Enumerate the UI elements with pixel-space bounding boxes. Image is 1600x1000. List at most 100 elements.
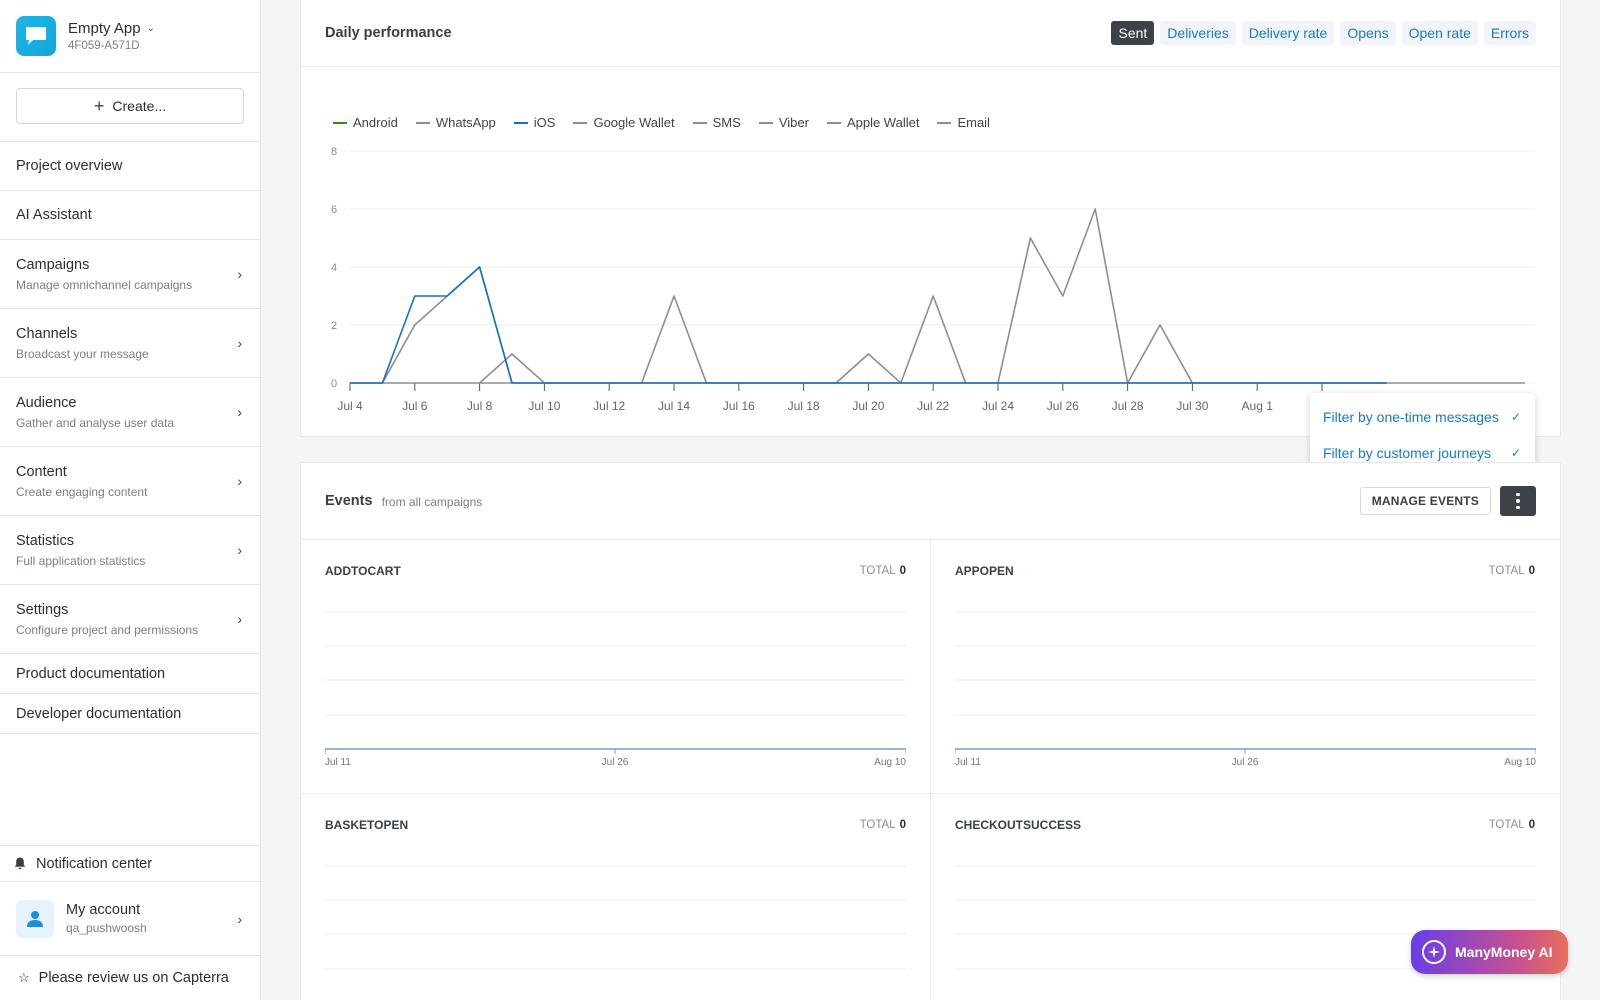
bell-icon — [14, 857, 26, 870]
x-tick-label: Aug 10 — [874, 757, 906, 768]
x-tick-label: Jul 26 — [1047, 399, 1079, 413]
nav-title: Content — [16, 463, 67, 480]
chevron-right-icon: › — [237, 404, 242, 420]
events-title: Events — [325, 493, 373, 509]
event-card-appopen: APPOPEN TOTAL 0 Jul 11 Jul 26 Aug 10 — [930, 540, 1559, 793]
nav-campaigns[interactable]: Campaigns Manage omnichannel campaigns › — [0, 240, 260, 309]
event-total: TOTAL 0 — [859, 819, 906, 831]
filter-one-time-messages[interactable]: Filter by one-time messages ✓ — [1310, 399, 1535, 435]
nav-title: Audience — [16, 394, 77, 411]
account-login: qa_pushwoosh — [66, 921, 147, 935]
x-tick-label: Jul 14 — [658, 399, 690, 413]
event-card-addtocart: ADDTOCART TOTAL 0 Jul 11 Jul 26 Aug 10 — [301, 540, 930, 793]
y-tick-label: 0 — [331, 378, 337, 390]
nav-channels[interactable]: Channels Broadcast your message › — [0, 309, 260, 378]
nav-title: Settings — [16, 601, 69, 618]
event-name: ADDTOCART — [325, 564, 401, 578]
x-tick-label: Jul 10 — [528, 399, 560, 413]
nav-developer-docs[interactable]: Developer documentation — [0, 694, 260, 734]
nav-subtitle: Broadcast your message — [16, 346, 149, 361]
check-icon: ✓ — [1510, 410, 1521, 424]
nav-subtitle: Gather and analyse user data — [16, 415, 175, 430]
chevron-right-icon: › — [237, 266, 242, 282]
daily-performance-card: Daily performance Sent Deliveries Delive… — [300, 0, 1561, 437]
event-name: APPOPEN — [955, 564, 1014, 578]
app-name: Empty App — [68, 20, 141, 37]
y-tick-label: 6 — [331, 204, 337, 216]
nav-subtitle: Create engaging content — [16, 484, 148, 499]
star-icon: ☆ — [18, 970, 30, 985]
x-tick-label: Jul 22 — [917, 399, 949, 413]
event-name: CHECKOUTSUCCESS — [955, 818, 1082, 832]
nav-subtitle: Full application statistics — [16, 553, 146, 568]
account-name: My account — [66, 902, 141, 918]
x-tick-label: Aug 10 — [1504, 757, 1536, 768]
notification-label: Notification center — [36, 855, 153, 872]
x-tick-label: Jul 24 — [982, 399, 1014, 413]
x-tick-label: Jul 8 — [467, 399, 493, 413]
x-tick-label: Jul 28 — [1112, 399, 1144, 413]
x-tick-label: Jul 20 — [852, 399, 884, 413]
x-tick-label: Jul 16 — [723, 399, 755, 413]
y-tick-label: 2 — [331, 320, 337, 332]
plus-icon: + — [93, 95, 105, 116]
chevron-right-icon: › — [237, 542, 242, 558]
event-mini-chart: Jul 11 Jul 26 Aug 10 — [325, 611, 906, 768]
y-tick-label: 8 — [331, 146, 337, 158]
x-tick-label: Jul 4 — [337, 399, 363, 413]
account-menu[interactable]: My account qa_pushwoosh › — [0, 882, 260, 956]
app-logo-icon — [16, 16, 56, 56]
nav-ai-assistant[interactable]: AI Assistant — [0, 191, 260, 240]
avatar — [16, 899, 54, 938]
nav-title: Channels — [16, 325, 78, 342]
chevron-right-icon: › — [237, 611, 242, 627]
nav-subtitle: Manage omnichannel campaigns — [16, 277, 193, 292]
event-mini-chart: Jul 11 Jul 26 Aug 10 — [955, 611, 1536, 768]
nav-title: Campaigns — [16, 256, 90, 273]
x-tick-label: Jul 26 — [1232, 757, 1259, 768]
x-tick-label: Aug 1 — [1242, 399, 1274, 413]
create-button[interactable]: + Create... — [16, 88, 244, 124]
nav-title: Statistics — [16, 532, 75, 549]
events-card: Events from all campaigns MANAGE EVENTS … — [300, 462, 1561, 1000]
x-tick-label: Jul 11 — [955, 757, 981, 768]
nav-settings[interactable]: Settings Configure project and permission… — [0, 585, 260, 654]
filter-label: Filter by one-time messages — [1323, 409, 1499, 425]
ai-assistant-button[interactable]: ManyMoney AI — [1411, 930, 1568, 974]
x-tick-label: Jul 6 — [402, 399, 428, 413]
chevron-right-icon: › — [237, 910, 242, 927]
sparkle-icon — [1422, 940, 1446, 964]
x-tick-label: Jul 12 — [593, 399, 625, 413]
performance-chart: 8 6 4 2 0Jul 4 Jul 6 Jul 8 Jul 10 Jul 12 Jul 14 Ju… — [331, 146, 1535, 413]
nav-product-docs[interactable]: Product documentation — [0, 654, 260, 694]
review-label: Please review us on Capterra — [38, 970, 229, 986]
x-tick-label: Jul 30 — [1176, 399, 1208, 413]
chevron-right-icon: › — [237, 335, 242, 351]
notification-center[interactable]: Notification center — [0, 845, 260, 882]
chevron-down-icon: ⌄ — [146, 23, 155, 34]
create-label: Create... — [112, 98, 167, 114]
app-switcher[interactable]: Empty App ⌄ 4F059-A571D — [0, 0, 260, 73]
nav-subtitle: Configure project and permissions — [16, 622, 199, 637]
x-tick-label: Jul 26 — [602, 757, 629, 768]
more-options-icon[interactable] — [1500, 486, 1536, 516]
event-total: TOTAL 0 — [1488, 819, 1535, 831]
y-tick-label: 4 — [331, 262, 337, 274]
nav-statistics[interactable]: Statistics Full application statistics › — [0, 516, 260, 585]
nav-content[interactable]: Content Create engaging content › — [0, 447, 260, 516]
events-subtitle: from all campaigns — [381, 495, 483, 509]
event-total: TOTAL 0 — [859, 565, 906, 577]
nav-project-overview[interactable]: Project overview — [0, 142, 260, 191]
x-tick-label: Jul 11 — [325, 757, 351, 768]
filter-label: Filter by customer journeys — [1323, 445, 1492, 461]
review-link[interactable]: ☆ Please review us on Capterra — [0, 956, 260, 1000]
event-mini-chart — [325, 865, 906, 970]
manage-events-button[interactable]: MANAGE EVENTS — [1359, 487, 1491, 515]
user-icon — [27, 910, 43, 927]
chevron-right-icon: › — [237, 473, 242, 489]
ai-button-label: ManyMoney AI — [1455, 944, 1553, 960]
check-icon: ✓ — [1510, 446, 1521, 460]
event-name: BASKETOPEN — [325, 818, 409, 832]
nav-audience[interactable]: Audience Gather and analyse user data › — [0, 378, 260, 447]
x-tick-label: Jul 18 — [788, 399, 820, 413]
